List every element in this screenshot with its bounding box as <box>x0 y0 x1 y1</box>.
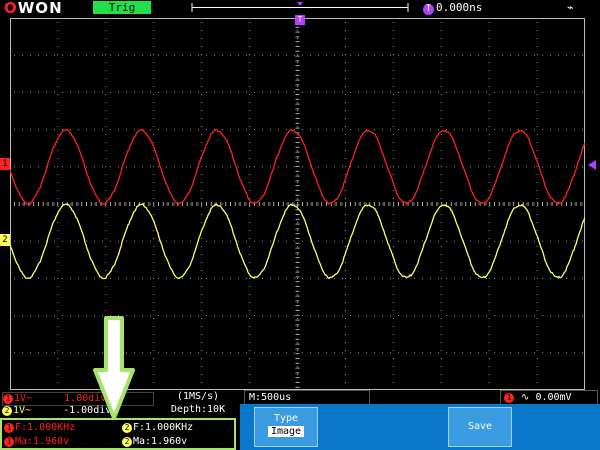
trigger-source-icon: 1 <box>504 393 514 403</box>
ch2-badge-icon: 2 <box>2 406 12 416</box>
ch1-badge-icon: 1 <box>4 423 14 433</box>
horizontal-position-readout: T 0.000ns <box>423 1 482 15</box>
trigger-level-marker[interactable] <box>588 160 596 170</box>
ch2-level-marker[interactable]: 2 <box>0 234 10 246</box>
ch2-badge-icon: 2 <box>122 423 132 433</box>
annotation-arrow-icon <box>93 316 135 420</box>
ch1-badge-icon: 1 <box>3 394 13 404</box>
type-menu-button[interactable]: Type Image <box>254 407 318 447</box>
soft-menu: Type Image Save <box>240 404 600 450</box>
type-value: Image <box>267 426 305 437</box>
ch1-badge-icon: 1 <box>4 437 14 447</box>
save-label: Save <box>467 421 493 432</box>
trigger-status-badge: Trig <box>93 1 151 14</box>
save-button[interactable]: Save <box>448 407 512 447</box>
ch2-badge-icon: 2 <box>122 437 132 447</box>
trigger-position-marker[interactable]: T <box>295 15 305 25</box>
time-icon: T <box>423 4 434 15</box>
ch1-level-marker[interactable]: 1 <box>0 158 10 170</box>
trigger-level: 0.00mV <box>535 392 572 403</box>
ch1-coupling: 1V~ <box>14 393 33 404</box>
brand-logo: OWON <box>4 0 63 17</box>
ch2-amplitude: 2 Ma:1.960v <box>122 436 187 448</box>
type-label: Type <box>273 413 299 424</box>
usb-icon: ⌁ <box>567 1 574 14</box>
ch2-coupling: 1V~ <box>13 405 32 416</box>
memory-depth: Depth:10K <box>170 404 226 415</box>
memory-position-bar <box>191 2 409 12</box>
measurement-panel: 1 F:1.000KHz 2 F:1.000KHz 1 Ma:1.960v 2 Ma:1… <box>0 418 236 450</box>
acquisition-info: (1MS/s) Depth:10K <box>160 390 236 416</box>
rising-edge-icon: ∿ <box>521 392 530 403</box>
ch1-frequency: 1 F:1.000KHz <box>4 422 75 434</box>
ch1-amplitude: 1 Ma:1.960v <box>4 436 69 448</box>
sample-rate: (1MS/s) <box>176 391 220 402</box>
ch2-frequency: 2 F:1.000KHz <box>122 422 193 434</box>
